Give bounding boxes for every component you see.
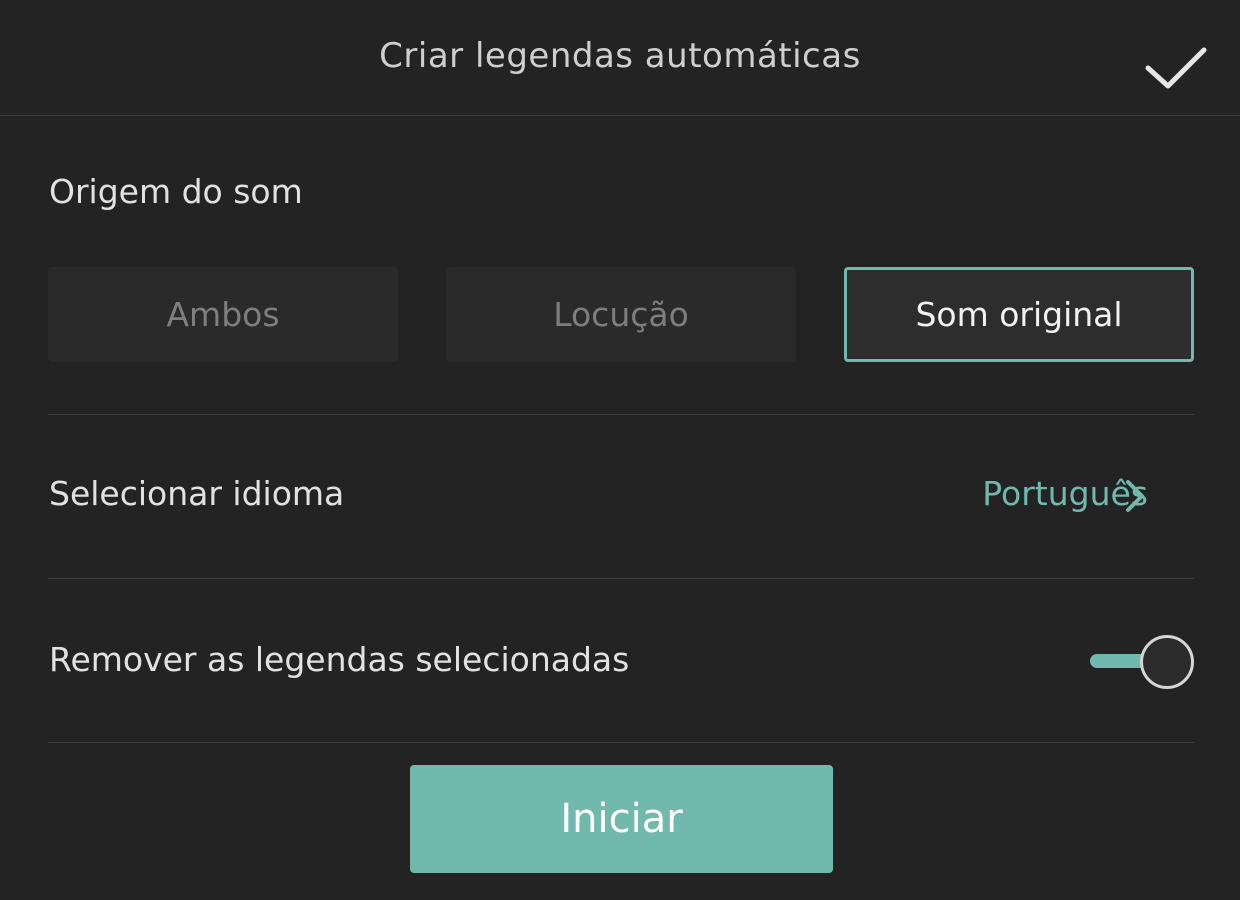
language-label: Selecionar idioma — [49, 474, 345, 513]
sound-source-label: Origem do som — [49, 172, 303, 211]
divider — [48, 578, 1194, 579]
sound-source-option-voiceover[interactable]: Locução — [446, 267, 796, 362]
divider — [48, 414, 1194, 415]
sound-source-option-original[interactable]: Som original — [844, 267, 1194, 362]
start-button[interactable]: Iniciar — [410, 765, 833, 873]
dialog-title: Criar legendas automáticas — [379, 36, 861, 76]
chevron-right-icon — [1126, 480, 1144, 512]
remove-selected-label: Remover as legendas selecionadas — [49, 640, 630, 679]
sound-source-option-both[interactable]: Ambos — [48, 267, 398, 362]
remove-selected-toggle[interactable] — [1088, 633, 1196, 689]
dialog-header: Criar legendas automáticas — [0, 0, 1240, 116]
divider — [48, 742, 1194, 743]
language-chevron-button[interactable] — [1122, 478, 1148, 514]
confirm-button[interactable] — [1140, 40, 1210, 92]
toggle-knob[interactable] — [1140, 635, 1194, 689]
checkmark-icon — [1145, 47, 1207, 89]
